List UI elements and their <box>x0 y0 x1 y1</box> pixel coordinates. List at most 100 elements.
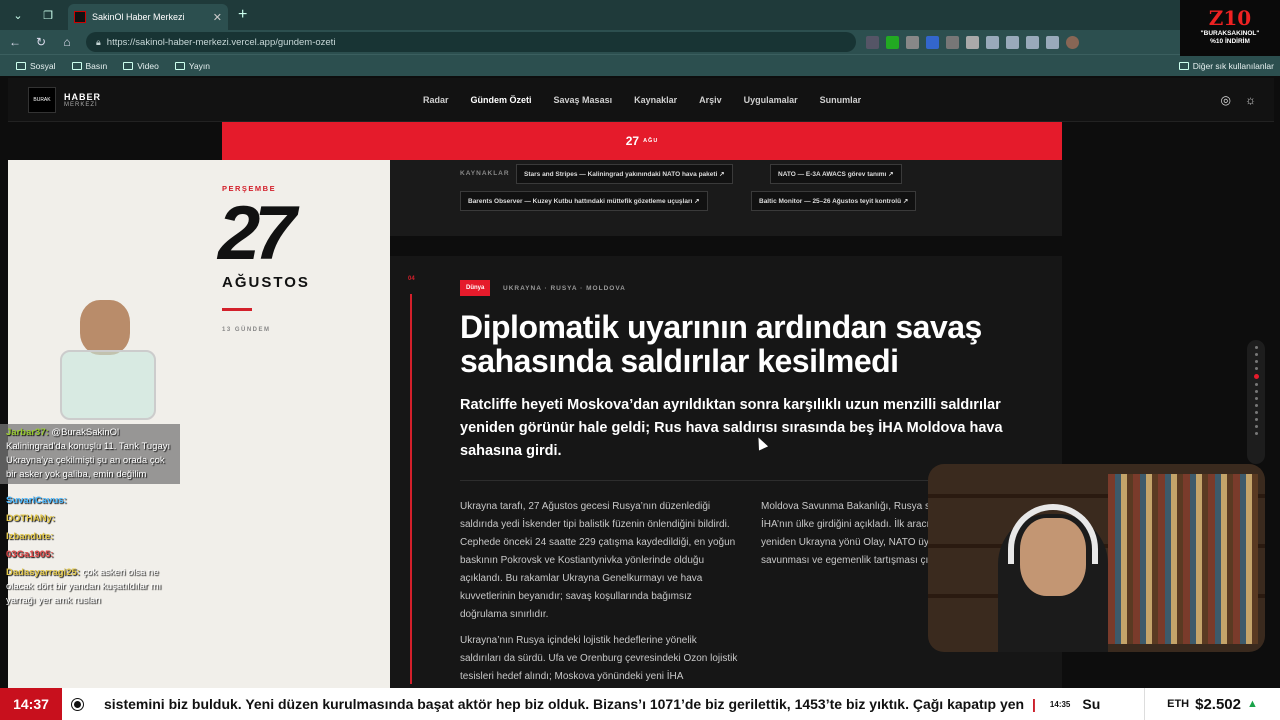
nav-uygulamalar[interactable]: Uygulamalar <box>744 95 798 105</box>
article-title: Diplomatik uyarının ardından savaş sahas… <box>460 309 982 379</box>
other-bookmarks[interactable]: Diğer sık kullanılanlar <box>1178 60 1274 71</box>
scroll-dot[interactable] <box>1254 346 1258 349</box>
scroll-dot[interactable] <box>1254 360 1258 363</box>
bookmark-label: Sosyal <box>30 60 56 71</box>
split-view-icon[interactable] <box>1006 35 1019 49</box>
url-text: https://sakinol-haber-merkezi.vercel.app… <box>106 36 336 48</box>
bookmark-folder-sosyal[interactable]: Sosyal <box>16 61 56 71</box>
extension-icon[interactable] <box>906 35 919 49</box>
extension-icon[interactable] <box>986 35 999 49</box>
nav-arsiv[interactable]: Arşiv <box>699 95 722 105</box>
site-favicon-icon <box>74 11 86 23</box>
sources-card: KAYNAKLAR Stars and Stripes — Kaliningra… <box>390 160 1062 236</box>
date-strip-day: 27 <box>625 134 640 148</box>
scroll-dot[interactable] <box>1254 425 1258 428</box>
bookmark-folder-basin[interactable]: Basın <box>71 60 108 71</box>
sponsor-code: "BURAKSAKINOL" <box>1200 30 1260 37</box>
date-strip[interactable]: 27 AĞU <box>222 122 1062 160</box>
bookmark-folder-video[interactable]: Video <box>123 61 159 71</box>
article-accent-line <box>410 294 412 684</box>
extension-icon[interactable] <box>866 35 879 49</box>
tab-sakinol[interactable]: SakinOl Haber Merkezi ✕ <box>68 4 228 30</box>
scroll-dot[interactable] <box>1254 411 1258 414</box>
extension-icon[interactable] <box>966 35 979 49</box>
source-link[interactable]: Barents Observer — Kuzey Kutbu hattındak… <box>460 191 708 211</box>
folder-icon <box>123 61 134 70</box>
extension-icon[interactable] <box>946 35 959 49</box>
brand-title: HABER <box>64 91 102 102</box>
source-link[interactable]: Baltic Monitor — 25–26 Ağustos teyit kon… <box>751 191 917 211</box>
tab-list-icon[interactable]: ⌄ <box>6 4 30 26</box>
bookmark-label: Basın <box>85 60 108 71</box>
workspaces-icon[interactable]: ❐ <box>36 4 60 26</box>
chat-message: Dadasyarragi25: çok askeri olsa ne olaca… <box>0 564 180 610</box>
bookmark-label: Video <box>137 60 159 71</box>
source-link[interactable]: Stars and Stripes — Kaliningrad yakınınd… <box>516 164 733 184</box>
lock-icon: 🔒︎ <box>96 36 101 47</box>
chat-user: Dadasyarragi25: <box>6 567 80 578</box>
scroll-dot[interactable] <box>1254 383 1258 386</box>
logo-mark: BURAK <box>28 86 56 113</box>
section-scroll-nav[interactable] <box>1247 340 1265 464</box>
chat-user: Jarbar37: <box>6 427 49 438</box>
chat-user: Izbandute: <box>6 531 54 542</box>
scroll-dot[interactable] <box>1254 418 1258 421</box>
sponsor-overlay: Z10 "BURAKSAKINOL" %10 İNDİRİM <box>1180 0 1280 56</box>
new-tab-icon[interactable]: + <box>238 6 247 24</box>
article-paragraph: Ukrayna tarafı, 27 Ağustos gecesi Rusya’… <box>460 501 736 620</box>
back-icon[interactable]: ← <box>4 35 26 49</box>
scroll-dot[interactable] <box>1254 404 1258 407</box>
stream-chat: Jarbar37: @BurakSakinOl Kaliningrad'da k… <box>0 424 180 684</box>
folder-icon <box>174 61 185 70</box>
profile-avatar[interactable] <box>1066 35 1079 49</box>
bookmark-label: Diğer sık kullanılanlar <box>1192 60 1274 71</box>
close-tab-icon[interactable]: ✕ <box>213 11 222 24</box>
scroll-dot[interactable] <box>1254 397 1258 400</box>
folder-icon <box>1178 61 1189 70</box>
extension-icon[interactable] <box>886 35 899 49</box>
scroll-dot[interactable] <box>1254 367 1258 370</box>
nav-gundem-ozeti[interactable]: Gündem Özeti <box>471 95 532 105</box>
extension-icon[interactable] <box>926 35 939 49</box>
chat-user: 03Ga1905: <box>6 549 54 560</box>
target-icon[interactable]: ◎ <box>1221 93 1231 107</box>
scroll-dot[interactable] <box>1254 353 1258 356</box>
site-logo[interactable]: BURAK HABER MERKEZİ <box>28 86 102 113</box>
chat-message: Izbandute: <box>0 528 180 546</box>
ticker-clock: 14:37 <box>0 688 62 720</box>
favorites-icon[interactable] <box>1026 35 1039 49</box>
headset <box>1008 504 1098 564</box>
reload-icon[interactable]: ↻ <box>30 35 52 49</box>
browser-tab-bar: ⌄ ❐ SakinOl Haber Merkezi ✕ + <box>0 0 1280 30</box>
webcam-overlay <box>928 464 1265 652</box>
article-paragraph: Ukrayna’nın Rusya içindeki lojistik hede… <box>460 635 738 682</box>
nav-kaynaklar[interactable]: Kaynaklar <box>634 95 677 105</box>
nav-savas-masasi[interactable]: Savaş Masası <box>554 95 613 105</box>
date-strip-month: AĞU <box>643 138 659 144</box>
books <box>1108 474 1258 644</box>
source-link[interactable]: NATO — E-3A AWACS görev tanımı ↗ <box>770 164 902 184</box>
scroll-dot[interactable] <box>1254 432 1258 435</box>
chat-message: DOTHANy: <box>0 510 180 528</box>
nav-radar[interactable]: Radar <box>423 95 449 105</box>
bookmark-label: Yayın <box>188 60 210 71</box>
ticker-text: sistemini biz bulduk. Yeni düzen kurulma… <box>104 696 1024 712</box>
address-bar[interactable]: 🔒︎ https://sakinol-haber-merkezi.vercel.… <box>86 32 856 52</box>
chat-message: Jarbar37: @BurakSakinOl Kaliningrad'da k… <box>0 424 180 484</box>
folder-icon <box>71 61 82 70</box>
nav-sunumlar[interactable]: Sunumlar <box>820 95 862 105</box>
extensions-bar <box>866 35 1079 49</box>
bookmark-folder-yayin[interactable]: Yayın <box>174 60 210 71</box>
copilot-icon[interactable] <box>1046 35 1059 49</box>
scroll-dot[interactable] <box>1254 390 1258 393</box>
header-actions: ◎ ☼ <box>1221 93 1256 107</box>
article-tags: UKRAYNA · RUSYA · MOLDOVA <box>503 285 626 292</box>
up-arrow-icon: ▲ <box>1247 698 1258 710</box>
scroll-dot-active[interactable] <box>1253 374 1259 379</box>
live-indicator-icon <box>62 698 92 710</box>
browser-nav-bar: ← ↻ ⌂ 🔒︎ https://sakinol-haber-merkezi.v… <box>0 30 1280 54</box>
theme-toggle-icon[interactable]: ☼ <box>1245 93 1256 107</box>
category-badge[interactable]: Dünya <box>460 280 491 296</box>
tab-title: SakinOl Haber Merkezi <box>92 12 185 22</box>
home-icon[interactable]: ⌂ <box>56 35 78 49</box>
